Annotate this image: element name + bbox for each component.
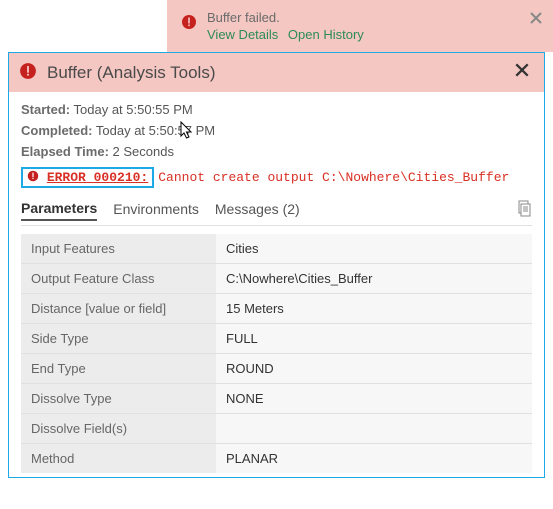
table-row: MethodPLANAR [21,444,532,473]
elapsed-line: Elapsed Time: 2 Seconds [21,144,532,159]
started-label: Started: [21,102,70,117]
param-name: Distance [value or field] [21,294,216,323]
param-name: Side Type [21,324,216,353]
view-details-link[interactable]: View Details [207,27,278,42]
tab-parameters[interactable]: Parameters [21,200,97,221]
param-name: Dissolve Type [21,384,216,413]
param-value: PLANAR [216,444,532,473]
elapsed-value: 2 Seconds [113,144,174,159]
open-history-link[interactable]: Open History [288,27,364,42]
param-value [216,414,532,443]
param-name: Dissolve Field(s) [21,414,216,443]
completed-label: Completed: [21,123,93,138]
param-name: Input Features [21,234,216,263]
tab-environments[interactable]: Environments [113,201,199,220]
param-name: Output Feature Class [21,264,216,293]
error-icon [181,14,197,33]
completed-line: Completed: Today at 5:50:57 PM [21,123,532,138]
table-row: Dissolve Field(s) [21,414,532,444]
param-value: Cities [216,234,532,263]
error-icon [27,170,39,185]
error-message: Cannot create output C:\Nowhere\Cities_B… [158,170,509,185]
error-line: ERROR 000210: Cannot create output C:\No… [21,167,532,188]
param-value: C:\Nowhere\Cities_Buffer [216,264,532,293]
started-line: Started: Today at 5:50:55 PM [21,102,532,117]
param-name: End Type [21,354,216,383]
notification-toast: Buffer failed. View Details Open History [167,0,553,52]
tabs: Parameters Environments Messages (2) [21,200,532,226]
table-row: Input FeaturesCities [21,234,532,264]
copy-icon[interactable] [516,200,532,221]
elapsed-label: Elapsed Time: [21,144,109,159]
table-row: Distance [value or field]15 Meters [21,294,532,324]
table-row: Side TypeFULL [21,324,532,354]
param-value: ROUND [216,354,532,383]
panel-header: Buffer (Analysis Tools) [9,53,544,92]
close-panel-button[interactable] [510,61,534,84]
result-panel: Buffer (Analysis Tools) Started: Today a… [8,52,545,478]
param-name: Method [21,444,216,473]
param-value: 15 Meters [216,294,532,323]
completed-value: Today at 5:50:57 PM [96,123,215,138]
param-value: NONE [216,384,532,413]
panel-title: Buffer (Analysis Tools) [47,63,510,83]
table-row: End TypeROUND [21,354,532,384]
close-notification-button[interactable] [529,10,543,28]
notification-title: Buffer failed. [207,10,523,25]
error-code-link[interactable]: ERROR 000210: [47,170,148,185]
started-value: Today at 5:50:55 PM [74,102,193,117]
error-code-highlight: ERROR 000210: [21,167,154,188]
parameters-table: Input FeaturesCitiesOutput Feature Class… [21,234,532,473]
tab-messages[interactable]: Messages (2) [215,201,300,220]
error-icon [19,62,37,83]
table-row: Output Feature ClassC:\Nowhere\Cities_Bu… [21,264,532,294]
table-row: Dissolve TypeNONE [21,384,532,414]
param-value: FULL [216,324,532,353]
